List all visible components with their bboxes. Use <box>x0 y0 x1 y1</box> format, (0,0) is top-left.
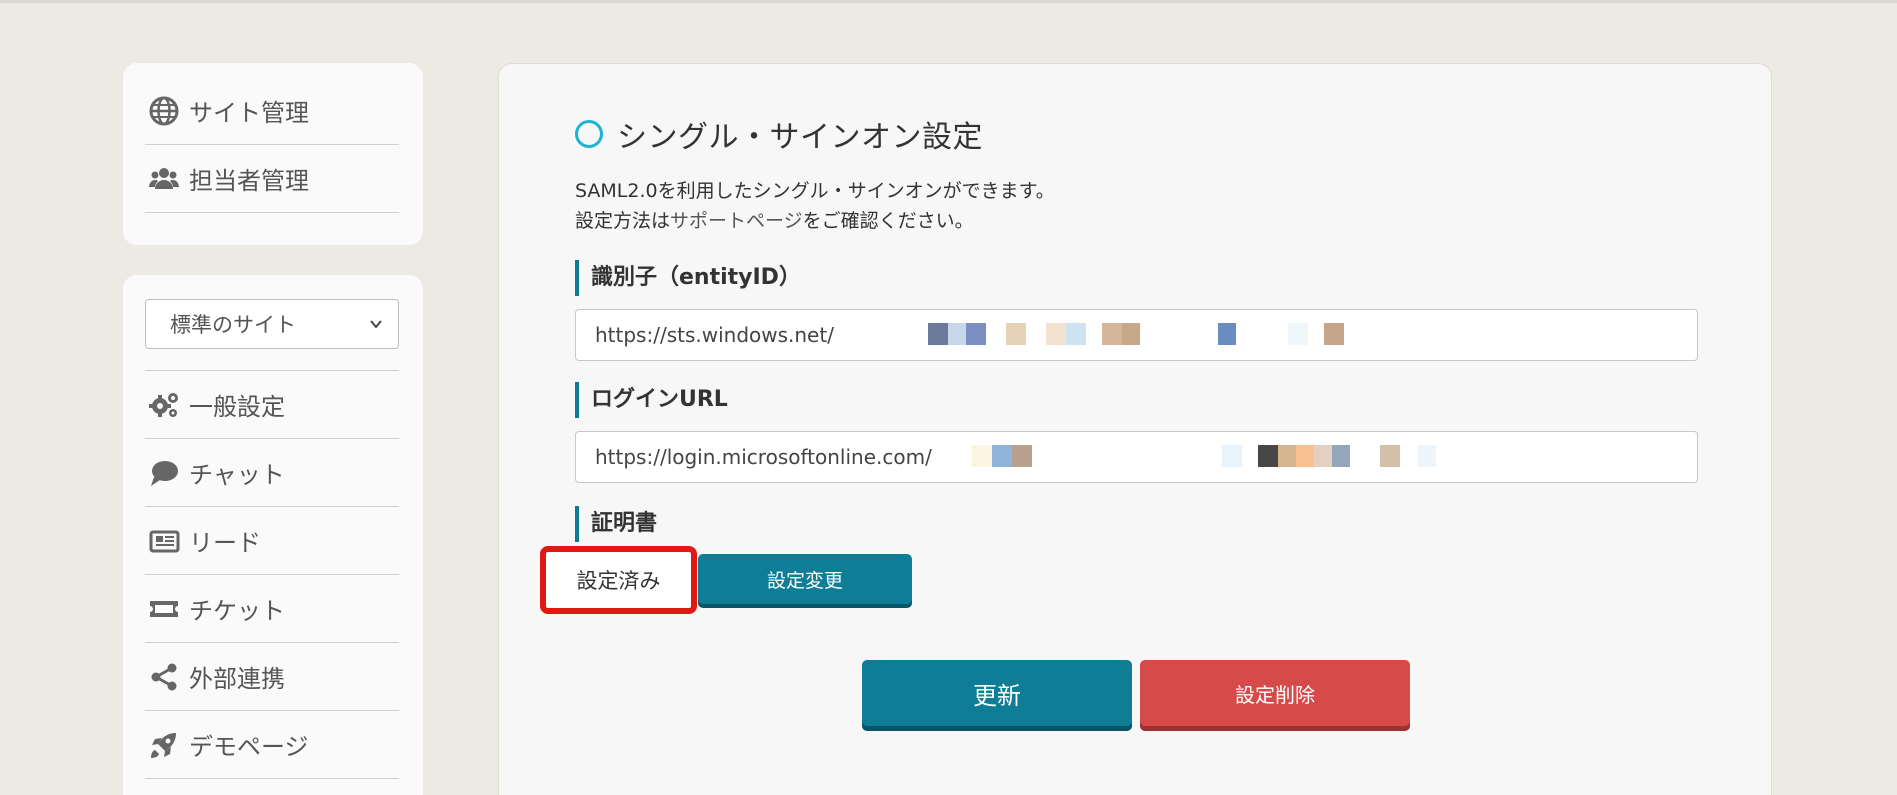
rocket-icon <box>145 726 183 764</box>
page-title-row: シングル・サインオン設定 <box>575 112 983 156</box>
entity-id-value: https://sts.windows.net/ <box>595 323 834 347</box>
support-page-link[interactable]: サポートページ <box>670 210 803 232</box>
gears-icon <box>145 386 183 424</box>
entity-id-label: 識別子（entityID） <box>575 260 801 296</box>
users-icon <box>145 160 183 198</box>
sidebar-item-demo-page[interactable]: デモページ <box>145 711 399 779</box>
description-line-2: 設定方法はサポートページをご確認ください。 <box>575 206 1055 236</box>
globe-icon <box>145 92 183 130</box>
entity-id-field[interactable]: https://sts.windows.net/ <box>575 309 1698 361</box>
sidebar-item-leads[interactable]: リード <box>145 507 399 575</box>
top-border <box>0 0 1897 3</box>
description: SAML2.0を利用したシングル・サインオンができます。 設定方法はサポートペー… <box>575 176 1055 236</box>
description-text: をご確認ください。 <box>802 210 974 232</box>
delete-settings-button[interactable]: 設定削除 <box>1140 660 1410 726</box>
sidebar-item-label: デモページ <box>189 733 309 761</box>
sidebar-item-label: 一般設定 <box>189 393 285 421</box>
description-text: 設定方法は <box>575 210 671 232</box>
site-select-value: 標準のサイト <box>170 313 296 337</box>
site-select[interactable]: 標準のサイト <box>145 299 399 349</box>
share-icon <box>145 658 183 696</box>
sidebar-item-site-management[interactable]: サイト管理 <box>145 77 399 145</box>
sidebar-item-general-settings[interactable]: 一般設定 <box>145 371 399 439</box>
circle-icon <box>575 120 603 148</box>
description-line-1: SAML2.0を利用したシングル・サインオンができます。 <box>575 180 1055 202</box>
chat-bubble-icon <box>145 454 183 492</box>
newspaper-icon <box>145 522 183 560</box>
sidebar-admin-card: サイト管理 担当者管理 <box>123 63 423 245</box>
login-url-value: https://login.microsoftonline.com/ <box>595 445 932 469</box>
sidebar-item-label: リード <box>189 529 261 557</box>
page-title: シングル・サインオン設定 <box>617 120 983 155</box>
sidebar-item-integrations[interactable]: 外部連携 <box>145 643 399 711</box>
redacted-pixelation <box>972 445 1452 467</box>
ticket-icon <box>145 590 183 628</box>
redacted-pixelation <box>928 323 1368 345</box>
chevron-down-icon <box>370 320 382 329</box>
sidebar-item-tickets[interactable]: チケット <box>145 575 399 643</box>
certificate-status-badge: 設定済み <box>540 546 697 614</box>
sidebar-item-label: チケット <box>189 597 285 625</box>
sidebar-site-card: 標準のサイト 一般設定 チャット リード チケット 外部連携 デモページ <box>123 275 423 795</box>
change-certificate-button[interactable]: 設定変更 <box>698 554 912 604</box>
login-url-field[interactable]: https://login.microsoftonline.com/ <box>575 431 1698 483</box>
update-button[interactable]: 更新 <box>862 660 1132 726</box>
sso-settings-panel: シングル・サインオン設定 SAML2.0を利用したシングル・サインオンができます… <box>498 63 1772 795</box>
sidebar-item-label: 担当者管理 <box>189 167 309 195</box>
sidebar-item-label: サイト管理 <box>189 99 309 127</box>
sidebar-item-staff-management[interactable]: 担当者管理 <box>145 145 399 213</box>
login-url-label: ログインURL <box>575 382 728 418</box>
sidebar-item-label: 外部連携 <box>189 665 285 693</box>
sidebar-item-chat[interactable]: チャット <box>145 439 399 507</box>
sidebar-item-label: チャット <box>189 461 285 489</box>
certificate-label: 証明書 <box>575 506 657 542</box>
